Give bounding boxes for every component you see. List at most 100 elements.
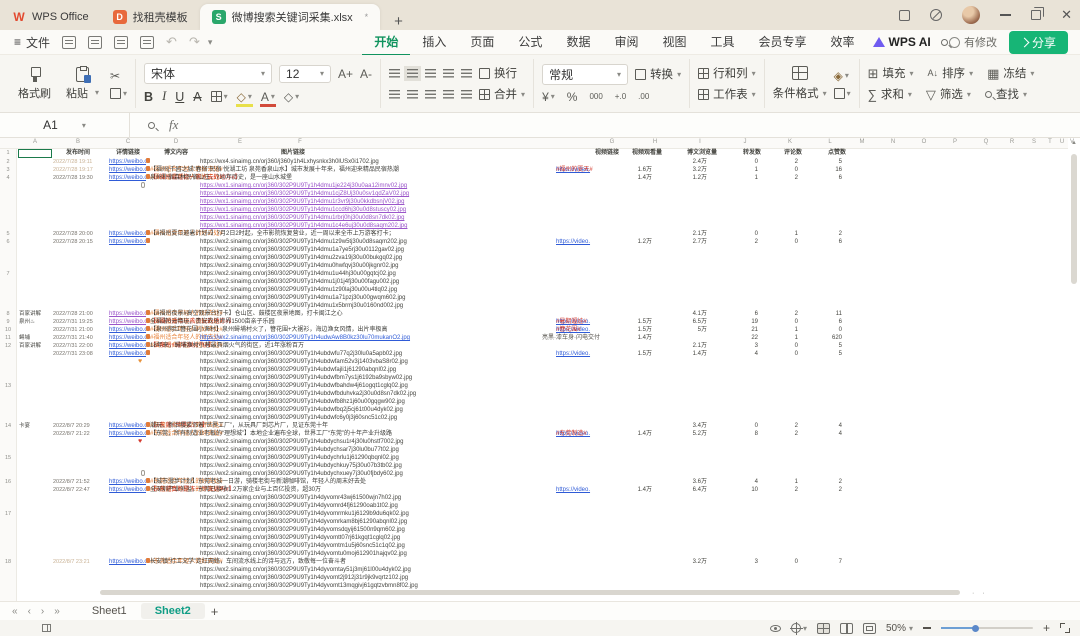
image-link[interactable]: https://wx4.sinaimg.cn/orj360/j360y1h4Lx… — [200, 158, 379, 166]
ribbon-tab-工具[interactable]: 工具 — [698, 29, 746, 56]
decrease-decimal-button[interactable]: .00 — [638, 92, 649, 101]
print-preview-icon[interactable] — [140, 36, 154, 49]
percent-button[interactable]: % — [567, 90, 578, 104]
format-painter-button[interactable]: 格式刷 — [14, 65, 55, 103]
column-header-G[interactable]: G — [610, 139, 615, 145]
row-number[interactable]: 6 — [0, 238, 16, 246]
image-link[interactable]: https://wx2.sinaimg.cn/orj360/302P9U9Ty1… — [200, 382, 408, 390]
worksheet-button[interactable]: 工作表▾ — [698, 86, 756, 102]
decrease-font-button[interactable]: A- — [360, 67, 372, 81]
align-middle-button[interactable] — [407, 69, 418, 78]
zoom-out-button[interactable] — [923, 627, 931, 629]
sheet-nav-arrow[interactable]: » — [54, 606, 60, 617]
font-size-select[interactable]: 12▾ — [279, 65, 331, 83]
column-header-P[interactable]: P — [953, 139, 957, 145]
column-header-S[interactable]: S — [1032, 139, 1036, 145]
column-header-L[interactable]: L — [828, 139, 831, 145]
currency-button[interactable]: ¥▾ — [542, 90, 555, 104]
column-header-I[interactable]: I — [699, 139, 701, 145]
column-header-Q[interactable]: Q — [984, 139, 989, 145]
detail-link[interactable]: https://weibo.com — [109, 334, 146, 342]
row-number[interactable]: 3 — [0, 166, 16, 174]
zoom-formula-icon[interactable] — [148, 122, 155, 129]
image-link[interactable]: https://wx2.sinaimg.cn/orj360/302P9U9Ty1… — [200, 518, 407, 526]
image-link[interactable]: https://wx2.sinaimg.cn/orj360/302P9U9Ty1… — [200, 438, 403, 446]
filter-button[interactable]: ▽筛选▾ — [926, 86, 971, 102]
fill-color-button[interactable]: ◇▾ — [237, 90, 252, 104]
selected-cell-a1[interactable] — [18, 149, 52, 158]
sheet-nav-arrow[interactable]: ‹ — [28, 606, 31, 617]
bold-button[interactable]: B — [144, 90, 153, 104]
reading-mode-icon[interactable] — [770, 625, 781, 632]
table-style-icon[interactable] — [792, 66, 808, 80]
workspace-icon[interactable] — [899, 10, 910, 21]
row-number[interactable]: 11 — [0, 334, 16, 342]
ribbon-tab-插入[interactable]: 插入 — [410, 29, 458, 56]
image-link[interactable]: https://wx2.sinaimg.cn/orj360/302P9U9Ty1… — [200, 390, 416, 398]
locate-icon[interactable] — [791, 623, 801, 633]
image-link[interactable]: https://wx1.sinaimg.cn/orj360/302P9U9Ty1… — [200, 214, 404, 222]
detail-link[interactable]: https://weibo.com — [109, 238, 146, 246]
column-header-A[interactable]: A — [33, 139, 37, 145]
image-link[interactable]: https://wx2.sinaimg.cn/orj360/302P9U9Ty1… — [200, 254, 402, 262]
detail-link[interactable]: https://weibo.com — [109, 310, 146, 318]
image-link[interactable]: https://wx2.sinaimg.cn/orj360/302P9U9Ty1… — [200, 406, 403, 414]
strikethrough-button[interactable]: A — [193, 90, 201, 104]
row-number[interactable]: 7 — [0, 270, 16, 278]
column-header-O[interactable]: O — [922, 139, 927, 145]
column-header-F[interactable]: F — [298, 139, 302, 145]
row-number[interactable]: 4 — [0, 174, 16, 182]
video-link[interactable]: https://video. — [556, 239, 590, 245]
image-link[interactable]: https://wx2.sinaimg.cn/orj360/302P9U9Ty1… — [200, 350, 402, 358]
vertical-scrollbar[interactable]: ▲ — [1070, 140, 1078, 600]
detail-link[interactable]: https://weibo.com — [109, 430, 146, 438]
wrap-text-button[interactable]: 换行 — [479, 65, 517, 81]
paste-button[interactable]: 粘贴▾ — [62, 65, 103, 103]
image-link[interactable]: https://wx2.sinaimg.cn/orj360/302P9U9Ty1… — [200, 446, 399, 454]
zoom-level[interactable]: 50% — [886, 623, 906, 634]
detail-link[interactable]: https://weibo.com — [109, 478, 146, 486]
row-number[interactable]: 9 — [0, 318, 16, 326]
zoom-slider[interactable] — [941, 627, 1033, 629]
underline-button[interactable]: U — [175, 90, 184, 104]
image-link[interactable]: https://wx2.sinaimg.cn/orj360/302P9U9Ty1… — [200, 470, 403, 478]
name-box[interactable]: A1▾ — [0, 113, 130, 137]
window-tab[interactable]: D找租壳模板 — [101, 4, 200, 30]
image-link[interactable]: https://wx2.sinaimg.cn/orj360/302P9U9Ty1… — [200, 358, 408, 366]
ribbon-tab-数据[interactable]: 数据 — [554, 29, 602, 56]
row-number[interactable]: 14 — [0, 422, 16, 430]
restore-button[interactable] — [1031, 10, 1041, 20]
freeze-button[interactable]: ▦冻结▾ — [987, 65, 1034, 81]
copy-button[interactable]: ▾ — [110, 88, 127, 99]
image-link[interactable]: https://wx2.sinaimg.cn/orj360/302P9U9Ty1… — [200, 510, 409, 518]
detail-link[interactable]: https://weibo.com — [109, 326, 146, 334]
cell-style-button[interactable]: ◈▾ — [834, 69, 851, 83]
ribbon-tab-页面[interactable]: 页面 — [458, 29, 506, 56]
align-center-button[interactable] — [407, 90, 418, 99]
ribbon-tab-会员专享[interactable]: 会员专享 — [747, 29, 819, 56]
page-layout-view-button[interactable] — [840, 623, 853, 634]
image-link[interactable]: https://wx2.sinaimg.cn/orj360/302P9U9Ty1… — [200, 302, 403, 310]
column-header-U[interactable]: U — [1060, 139, 1064, 145]
column-header-R[interactable]: R — [1010, 139, 1014, 145]
image-link[interactable]: https://wx2.sinaimg.cn/orj360/302P9U9Ty1… — [200, 278, 399, 286]
column-header-T[interactable]: T — [1048, 139, 1052, 145]
image-link[interactable]: https://wx2.sinaimg.cn/orj360/302P9U9Ty1… — [200, 366, 396, 374]
cell-shape-button[interactable]: ▾ — [834, 88, 851, 99]
detail-link[interactable]: https://weibo.com — [109, 350, 146, 358]
find-button[interactable]: 查找▾ — [985, 86, 1027, 102]
thousand-separator-button[interactable]: 000 — [589, 92, 602, 101]
image-link[interactable]: https://wx2.sinaimg.cn/orj360/302P9U9Ty1… — [200, 542, 405, 550]
detail-link[interactable]: https://weibo.com — [109, 558, 146, 566]
increase-indent-button[interactable] — [461, 69, 472, 78]
rows-columns-button[interactable]: 行和列▾ — [698, 65, 756, 81]
ribbon-tab-公式[interactable]: 公式 — [506, 29, 554, 56]
sheet-grid[interactable]: ABCDEFGHIJKLMNOPQRSTUV · · 1发布时间详情链接博文内容… — [0, 138, 1080, 601]
image-link[interactable]: https://wx2.sinaimg.cn/orj360/302P9U9Ty1… — [200, 574, 408, 582]
align-left-button[interactable] — [389, 90, 400, 99]
new-window-tab-button[interactable]: + — [394, 13, 403, 30]
row-number[interactable]: 15 — [0, 454, 16, 462]
image-link[interactable]: https://wx2.sinaimg.cn/orj360/302P9U9Ty1… — [200, 398, 405, 406]
zoom-in-button[interactable]: + — [1043, 621, 1050, 635]
increase-decimal-button[interactable]: +.0 — [615, 92, 626, 101]
